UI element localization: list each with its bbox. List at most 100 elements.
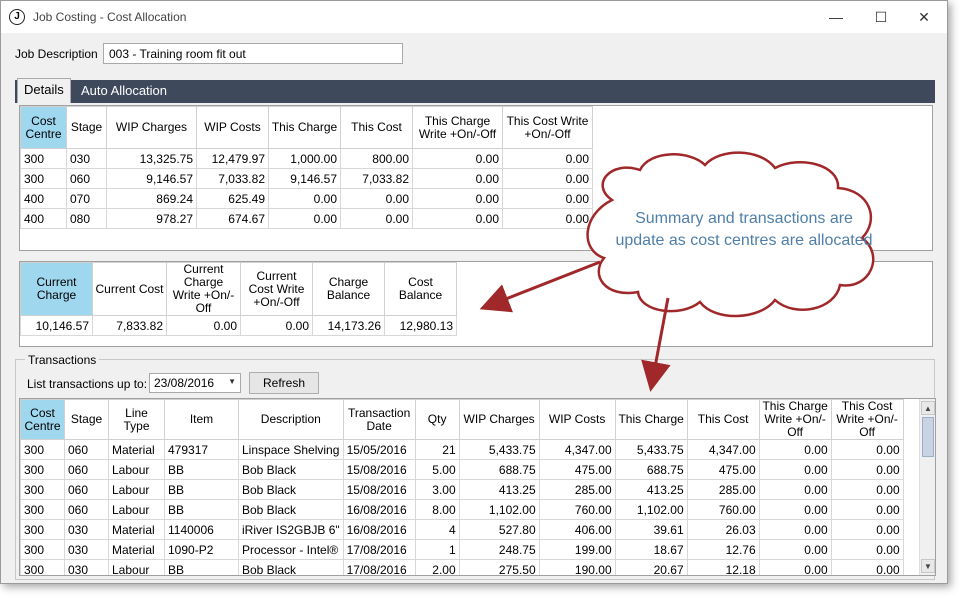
table-cell[interactable]: 413.25 — [614, 479, 688, 500]
table-cell[interactable]: 030 — [64, 559, 109, 575]
table-cell[interactable]: 199.00 — [538, 539, 616, 560]
table-cell[interactable]: Material — [108, 439, 165, 460]
table-cell[interactable]: 12.76 — [686, 539, 760, 560]
table-cell[interactable]: Bob Black — [238, 559, 344, 575]
table-cell[interactable]: 1140006 — [164, 519, 239, 540]
table-cell[interactable]: 21 — [414, 439, 460, 460]
table-cell[interactable]: 406.00 — [538, 519, 616, 540]
table-cell[interactable]: 300 — [20, 559, 65, 575]
table-cell[interactable]: BB — [164, 459, 239, 480]
table-cell[interactable]: 15/05/2016 — [342, 439, 416, 460]
table-cell[interactable]: 1,102.00 — [458, 499, 540, 520]
table-cell[interactable]: 3.00 — [414, 479, 460, 500]
table-cell[interactable]: 285.00 — [686, 479, 760, 500]
table-cell[interactable]: 26.03 — [686, 519, 760, 540]
table-cell[interactable]: 12,980.13 — [384, 315, 457, 336]
tab-details[interactable]: Details — [17, 78, 71, 103]
table-row[interactable]: 300 060 Labour BB Bob Black 15/08/2016 3.00 413… — [20, 479, 904, 500]
table-cell[interactable]: Labour — [108, 559, 165, 575]
table-cell[interactable]: 4 — [414, 519, 460, 540]
table-row[interactable]: 400 070 869.24 625.49 0.00 0.00 0.00 0.00 — [20, 188, 593, 209]
table-cell[interactable]: 070 — [66, 188, 107, 209]
table-cell[interactable]: 18.67 — [614, 539, 688, 560]
table-cell[interactable]: 0.00 — [502, 148, 593, 169]
table-cell[interactable]: 300 — [20, 539, 65, 560]
table-cell[interactable]: Bob Black — [238, 459, 344, 480]
table-cell[interactable]: 1,102.00 — [614, 499, 688, 520]
table-cell[interactable]: 7,033.82 — [340, 168, 413, 189]
table-cell[interactable]: 625.49 — [196, 188, 269, 209]
table-cell[interactable]: 17/08/2016 — [342, 539, 416, 560]
table-cell[interactable]: Labour — [108, 459, 165, 480]
table-cell[interactable]: 39.61 — [614, 519, 688, 540]
table-row[interactable]: 300 030 Labour BB Bob Black 17/08/2016 2.00 275… — [20, 559, 904, 575]
table-cell[interactable]: 0.00 — [412, 208, 503, 229]
table-cell[interactable]: 030 — [66, 148, 107, 169]
table-cell[interactable]: 475.00 — [538, 459, 616, 480]
table-cell[interactable]: 14,173.26 — [312, 315, 385, 336]
table-cell[interactable]: 0.00 — [268, 208, 341, 229]
table-cell[interactable]: 7,833.82 — [92, 315, 167, 336]
table-cell[interactable]: iRiver IS2GBJB 6" — [238, 519, 344, 540]
table-cell[interactable]: 0.00 — [830, 539, 904, 560]
table-row[interactable]: 300 030 Material 1090-P2 Processor - Intel® 1… — [20, 539, 904, 560]
table-cell[interactable]: 17/08/2016 — [342, 559, 416, 575]
minimize-button[interactable]: — — [816, 5, 856, 29]
table-cell[interactable]: 0.00 — [758, 499, 832, 520]
table-cell[interactable]: 1,000.00 — [268, 148, 341, 169]
table-cell[interactable]: 0.00 — [340, 208, 413, 229]
table-cell[interactable]: 800.00 — [340, 148, 413, 169]
table-cell[interactable]: Material — [108, 539, 165, 560]
scroll-up-icon[interactable]: ▲ — [921, 401, 935, 415]
table-cell[interactable]: 13,325.75 — [106, 148, 197, 169]
table-cell[interactable]: 300 — [20, 459, 65, 480]
table-cell[interactable]: 0.00 — [240, 315, 313, 336]
maximize-button[interactable]: ☐ — [861, 5, 901, 29]
table-cell[interactable]: Labour — [108, 499, 165, 520]
table-cell[interactable]: 479317 — [164, 439, 239, 460]
table-cell[interactable]: 527.80 — [458, 519, 540, 540]
table-cell[interactable]: 12.18 — [686, 559, 760, 575]
table-cell[interactable]: 1 — [414, 539, 460, 560]
table-cell[interactable]: Linspace Shelving — [238, 439, 344, 460]
table-cell[interactable]: 060 — [64, 499, 109, 520]
transactions-scrollbar[interactable]: ▲ ▼ — [919, 399, 935, 575]
transactions-date-picker[interactable]: 23/08/2016 ▼ — [149, 373, 241, 393]
table-cell[interactable]: 300 — [20, 499, 65, 520]
table-cell[interactable]: 5,433.75 — [458, 439, 540, 460]
table-cell[interactable]: 0.00 — [502, 208, 593, 229]
table-cell[interactable]: 674.67 — [196, 208, 269, 229]
table-cell[interactable]: Bob Black — [238, 499, 344, 520]
table-cell[interactable]: 0.00 — [830, 499, 904, 520]
table-cell[interactable]: 475.00 — [686, 459, 760, 480]
table-cell[interactable]: Material — [108, 519, 165, 540]
table-cell[interactable]: Labour — [108, 479, 165, 500]
table-cell[interactable]: 10,146.57 — [20, 315, 93, 336]
table-cell[interactable]: 0.00 — [758, 439, 832, 460]
table-cell[interactable]: 760.00 — [686, 499, 760, 520]
table-cell[interactable]: 248.75 — [458, 539, 540, 560]
table-cell[interactable]: 300 — [20, 168, 67, 189]
table-cell[interactable]: BB — [164, 479, 239, 500]
table-cell[interactable]: 400 — [20, 208, 67, 229]
table-cell[interactable]: 300 — [20, 439, 65, 460]
table-cell[interactable]: 5,433.75 — [614, 439, 688, 460]
table-cell[interactable]: Bob Black — [238, 479, 344, 500]
table-cell[interactable]: 7,033.82 — [196, 168, 269, 189]
table-row[interactable]: 10,146.57 7,833.82 0.00 0.00 14,173.26 12,980… — [20, 315, 457, 336]
table-cell[interactable]: 760.00 — [538, 499, 616, 520]
table-cell[interactable]: Processor - Intel® — [238, 539, 344, 560]
table-row[interactable]: 300 060 Labour BB Bob Black 15/08/2016 5.00 688… — [20, 459, 904, 480]
table-cell[interactable]: 285.00 — [538, 479, 616, 500]
table-cell[interactable]: 300 — [20, 148, 67, 169]
table-cell[interactable]: 978.27 — [106, 208, 197, 229]
table-cell[interactable]: 080 — [66, 208, 107, 229]
table-cell[interactable]: 0.00 — [502, 188, 593, 209]
table-cell[interactable]: 0.00 — [758, 459, 832, 480]
table-cell[interactable]: 15/08/2016 — [342, 479, 416, 500]
table-cell[interactable]: 12,479.97 — [196, 148, 269, 169]
table-row[interactable]: 300 030 Material 1140006 iRiver IS2GBJB 6" 16… — [20, 519, 904, 540]
table-cell[interactable]: 275.50 — [458, 559, 540, 575]
table-cell[interactable]: 060 — [64, 479, 109, 500]
table-cell[interactable]: 060 — [64, 439, 109, 460]
